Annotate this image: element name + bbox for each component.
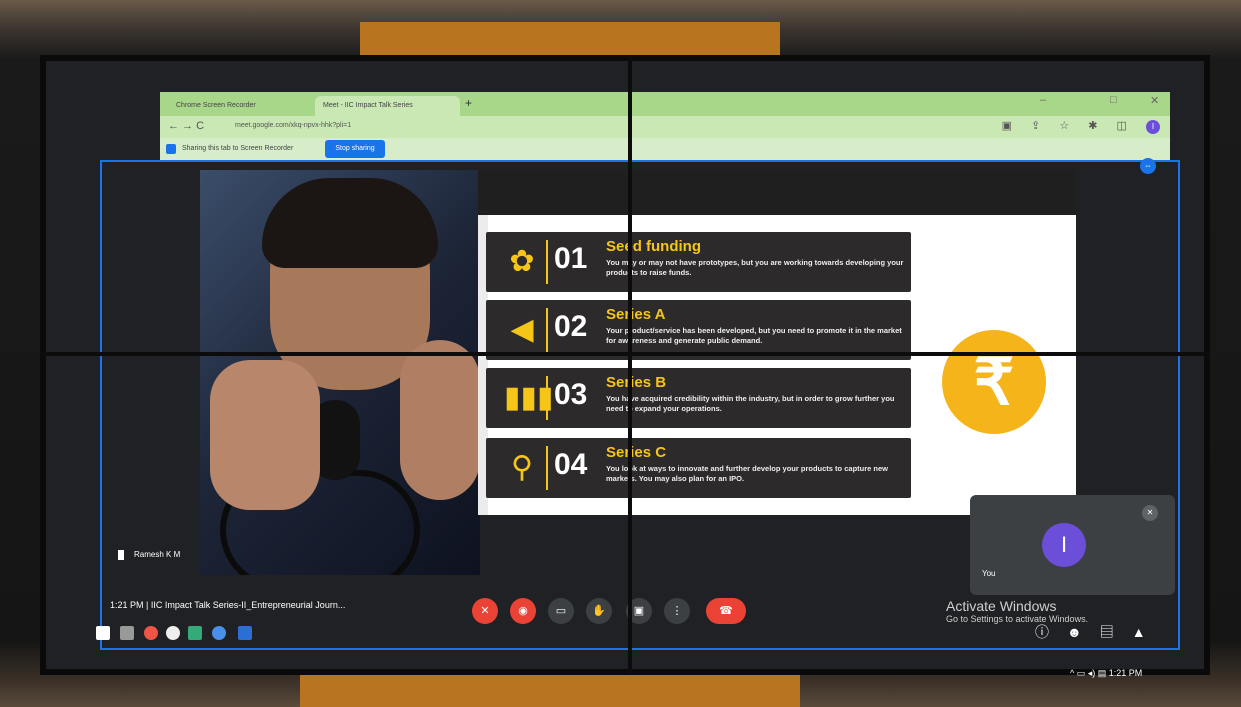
app-icon[interactable]: [238, 626, 252, 640]
profile-avatar[interactable]: I: [1146, 120, 1160, 134]
camera-off-button[interactable]: ◉: [510, 598, 536, 624]
funding-row: ⚲ 04 Series C You look at ways to innova…: [486, 438, 911, 498]
browser-tab-strip: Chrome Screen Recorder Meet - IIC Impact…: [160, 92, 1170, 116]
chat-icon[interactable]: ▤: [1100, 624, 1132, 640]
start-icon[interactable]: [96, 626, 110, 640]
row-number: 04: [554, 448, 588, 481]
row-divider: [546, 376, 548, 420]
presentation-slide: ✿ 01 Seed funding You may or may not hav…: [478, 170, 1076, 515]
presenter-name: Ramesh K M: [134, 550, 181, 560]
sharing-bar: Sharing this tab to Screen Recorder Stop…: [160, 138, 1170, 160]
system-tray: ^ ▭ ◂) ▤ 1:21 PM: [1070, 668, 1142, 679]
toolbar-icons: ▣ ⇪ ☆ ✱ ◫ I: [1002, 119, 1160, 134]
windows-taskbar: [90, 624, 290, 644]
meeting-info: 1:21 PM | IIC Impact Talk Series-II_Entr…: [110, 600, 345, 610]
navigation-buttons[interactable]: ← → C: [168, 120, 204, 132]
more-options-button[interactable]: ⋮: [664, 598, 690, 624]
info-separator: |: [146, 600, 149, 610]
pin-icon: [118, 550, 124, 560]
sharing-text: Sharing this tab to Screen Recorder: [182, 145, 294, 152]
funding-row: ◀ 02 Series A Your product/service has b…: [486, 300, 911, 360]
chrome-icon[interactable]: [212, 626, 226, 640]
end-call-button[interactable]: ☎: [706, 598, 746, 624]
raise-hand-button[interactable]: ✋: [586, 598, 612, 624]
row-title: Seed funding: [606, 238, 701, 255]
screen-bezel-horizontal: [40, 352, 1210, 356]
activities-icon[interactable]: ▲: [1132, 624, 1164, 640]
close-icon[interactable]: ✕: [1150, 94, 1159, 107]
presenter-name-tag: Ramesh K M: [118, 550, 180, 560]
presenter-hair: [262, 178, 438, 268]
activate-title: Activate Windows: [946, 598, 1057, 614]
meeting-time: 1:21 PM: [110, 600, 144, 610]
row-title: Series B: [606, 374, 667, 391]
mic-off-button[interactable]: ✕: [472, 598, 498, 624]
megaphone-icon: ◀: [510, 313, 534, 346]
funding-row: ▮▮▮ 03 Series B You have acquired credib…: [486, 368, 911, 428]
bar-chart-icon: ▮▮▮: [504, 381, 554, 414]
flower-icon: ✿: [509, 245, 535, 278]
row-number: 03: [554, 378, 588, 411]
self-view-tile[interactable]: I You ✕: [970, 495, 1175, 595]
row-divider: [546, 240, 548, 284]
minimize-icon[interactable]: –: [1040, 94, 1046, 106]
floor-panel: [300, 675, 800, 707]
share-icon: [166, 144, 176, 154]
captions-button[interactable]: ▭: [548, 598, 574, 624]
search-icon: ⚲: [511, 451, 533, 484]
presenter-hand-right: [400, 340, 480, 500]
address-bar: ← → C meet.google.com/xkq-npvx-hhk?pli=1…: [160, 116, 1170, 138]
row-number: 02: [554, 310, 588, 343]
row-description: You have acquired credibility within the…: [606, 394, 895, 413]
slide-header: [478, 170, 1076, 215]
rupee-icon: ₹: [942, 330, 1046, 434]
row-divider: [546, 446, 548, 490]
row-description: You look at ways to innovate and further…: [606, 464, 888, 483]
tab-screen-recorder[interactable]: Chrome Screen Recorder: [168, 96, 313, 116]
activate-windows-watermark: Activate Windows Go to Settings to activ…: [946, 598, 1088, 624]
meeting-title: IIC Impact Talk Series-II_Entrepreneuria…: [150, 600, 346, 610]
screen-bezel-vertical: [628, 55, 632, 675]
presenter-video: [200, 170, 480, 575]
app-icon[interactable]: [166, 626, 180, 640]
layout-icon[interactable]: ⇔: [1140, 158, 1156, 174]
funding-row: ✿ 01 Seed funding You may or may not hav…: [486, 232, 911, 292]
self-avatar: I: [1042, 523, 1086, 567]
info-icon[interactable]: ⓘ: [1035, 624, 1067, 640]
url-field[interactable]: meet.google.com/xkq-npvx-hhk?pli=1: [235, 122, 351, 129]
row-divider: [546, 308, 548, 352]
row-description: You may or may not have prototypes, but …: [606, 258, 904, 277]
stop-sharing-button[interactable]: Stop sharing: [325, 140, 385, 158]
presenter-hand-left: [210, 360, 320, 510]
new-tab-button[interactable]: +: [465, 96, 472, 110]
app-icon[interactable]: [144, 626, 158, 640]
self-label: You: [982, 569, 996, 578]
toolbar-actions[interactable]: ▣ ⇪ ☆ ✱ ◫: [1002, 120, 1135, 132]
row-number: 01: [554, 242, 588, 275]
tab-meet[interactable]: Meet - IIC Impact Talk Series: [315, 96, 460, 116]
tray-time: 1:21 PM: [1108, 668, 1143, 678]
row-title: Series C: [606, 444, 667, 461]
people-icon[interactable]: ☻: [1067, 624, 1100, 640]
row-description: Your product/service has been developed,…: [606, 326, 902, 345]
search-icon[interactable]: [120, 626, 134, 640]
row-title: Series A: [606, 306, 666, 323]
tray-icons[interactable]: ^ ▭ ◂) ▤: [1070, 668, 1106, 678]
meet-side-icons: ⓘ☻▤▲: [1035, 622, 1164, 642]
app-icon[interactable]: [188, 626, 202, 640]
maximize-icon[interactable]: □: [1110, 94, 1117, 106]
mic-off-icon: ✕: [1142, 505, 1158, 521]
